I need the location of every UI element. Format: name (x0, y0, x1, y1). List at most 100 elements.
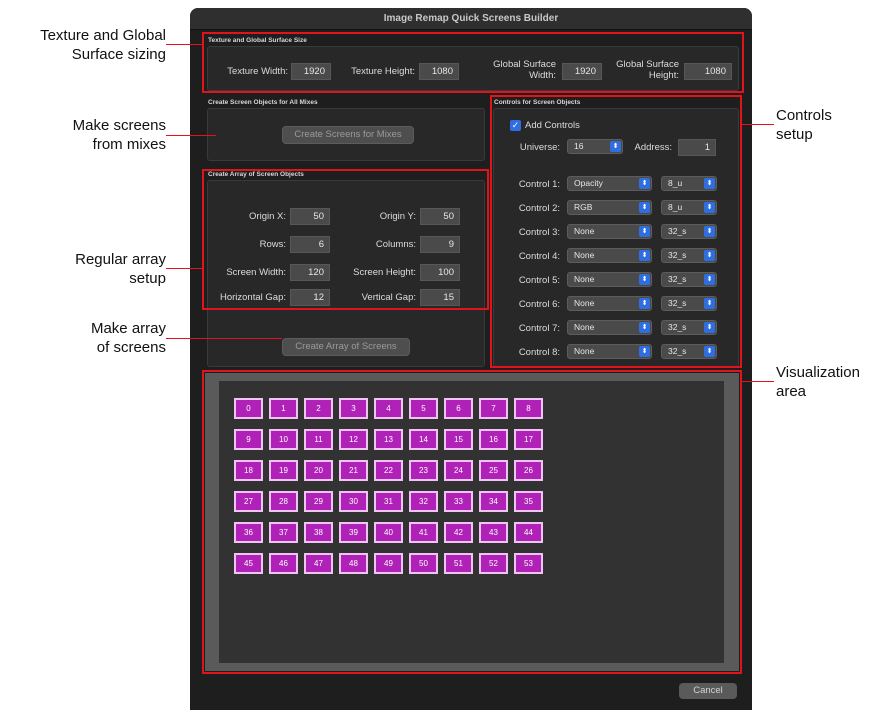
control-value-popup[interactable]: None ⬍ (567, 344, 652, 359)
popup-arrows-icon: ⬍ (704, 178, 715, 189)
screen-cell[interactable]: 45 (234, 553, 263, 574)
screen-cell[interactable]: 53 (514, 553, 543, 574)
screen-cell[interactable]: 7 (479, 398, 508, 419)
screen-cell[interactable]: 37 (269, 522, 298, 543)
screen-cell[interactable]: 33 (444, 491, 473, 512)
screen-cell[interactable]: 27 (234, 491, 263, 512)
screen-cell[interactable]: 39 (339, 522, 368, 543)
screen-cell[interactable]: 52 (479, 553, 508, 574)
control-type-popup[interactable]: 8_u ⬍ (661, 176, 717, 191)
vertical-gap-field[interactable]: 15 (420, 289, 460, 306)
origin-y-field[interactable]: 50 (420, 208, 460, 225)
columns-label: Columns: (375, 239, 416, 250)
add-controls-checkbox[interactable]: ✓ (510, 120, 521, 131)
vertical-gap-label: Vertical Gap: (361, 292, 416, 303)
screen-cell[interactable]: 17 (514, 429, 543, 450)
screen-cell[interactable]: 5 (409, 398, 438, 419)
screen-cell[interactable]: 13 (374, 429, 403, 450)
screen-cell[interactable]: 10 (269, 429, 298, 450)
screen-cell[interactable]: 49 (374, 553, 403, 574)
texture-width-field[interactable]: 1920 (291, 63, 331, 80)
control-type-popup[interactable]: 32_s ⬍ (661, 320, 717, 335)
screen-cell[interactable]: 16 (479, 429, 508, 450)
control-value-popup[interactable]: None ⬍ (567, 224, 652, 239)
screen-cell[interactable]: 50 (409, 553, 438, 574)
control-label: Control 5: (518, 275, 560, 286)
screen-cell[interactable]: 36 (234, 522, 263, 543)
universe-value: 16 (574, 141, 584, 151)
cancel-button[interactable]: Cancel (679, 683, 737, 699)
universe-popup[interactable]: 16 ⬍ (567, 139, 623, 154)
rows-field[interactable]: 6 (290, 236, 330, 253)
screen-cell[interactable]: 31 (374, 491, 403, 512)
screen-cell[interactable]: 32 (409, 491, 438, 512)
control-type-popup[interactable]: 32_s ⬍ (661, 248, 717, 263)
screen-cell[interactable]: 40 (374, 522, 403, 543)
texture-height-field[interactable]: 1080 (419, 63, 459, 80)
screen-cell[interactable]: 23 (409, 460, 438, 481)
screen-cell[interactable]: 24 (444, 460, 473, 481)
screen-cell[interactable]: 51 (444, 553, 473, 574)
screen-cell[interactable]: 2 (304, 398, 333, 419)
screen-cell[interactable]: 4 (374, 398, 403, 419)
screen-cell[interactable]: 0 (234, 398, 263, 419)
screen-cell[interactable]: 42 (444, 522, 473, 543)
control-type-popup[interactable]: 32_s ⬍ (661, 296, 717, 311)
screen-cell[interactable]: 28 (269, 491, 298, 512)
screen-cell[interactable]: 46 (269, 553, 298, 574)
screen-cell[interactable]: 9 (234, 429, 263, 450)
screen-cell[interactable]: 18 (234, 460, 263, 481)
global-width-field[interactable]: 1920 (562, 63, 602, 80)
control-value-popup[interactable]: None ⬍ (567, 272, 652, 287)
screen-cell[interactable]: 21 (339, 460, 368, 481)
control-type-popup[interactable]: 8_u ⬍ (661, 200, 717, 215)
control-type-popup[interactable]: 32_s ⬍ (661, 344, 717, 359)
screen-cell[interactable]: 48 (339, 553, 368, 574)
screen-cell[interactable]: 20 (304, 460, 333, 481)
columns-field[interactable]: 9 (420, 236, 460, 253)
screen-cell[interactable]: 30 (339, 491, 368, 512)
texture-height-label: Texture Height: (351, 66, 415, 77)
screen-cell[interactable]: 3 (339, 398, 368, 419)
create-array-of-screens-button[interactable]: Create Array of Screens (282, 338, 410, 356)
screen-cell[interactable]: 1 (269, 398, 298, 419)
rows-label: Rows: (259, 239, 286, 250)
screen-cell[interactable]: 38 (304, 522, 333, 543)
screen-cell[interactable]: 34 (479, 491, 508, 512)
screen-cell[interactable]: 26 (514, 460, 543, 481)
screen-cell[interactable]: 29 (304, 491, 333, 512)
screen-cell[interactable]: 6 (444, 398, 473, 419)
screen-cell[interactable]: 14 (409, 429, 438, 450)
control-value-popup[interactable]: None ⬍ (567, 296, 652, 311)
screen-cell[interactable]: 12 (339, 429, 368, 450)
control-value-popup[interactable]: None ⬍ (567, 320, 652, 335)
screen-width-field[interactable]: 120 (290, 264, 330, 281)
address-field[interactable]: 1 (678, 139, 716, 156)
control-value-popup[interactable]: RGB ⬍ (567, 200, 652, 215)
global-height-field[interactable]: 1080 (684, 63, 732, 80)
visualization-canvas[interactable]: 0 1 2 3 4 5 6 7 8 9 10 11 12 13 14 15 16 17 18 19 20 21 22 23 24… (219, 381, 724, 663)
popup-arrows-icon: ⬍ (704, 322, 715, 333)
create-screens-for-mixes-button[interactable]: Create Screens for Mixes (282, 126, 414, 144)
screen-cell[interactable]: 19 (269, 460, 298, 481)
origin-x-field[interactable]: 50 (290, 208, 330, 225)
annotation-visualization: Visualization area (776, 364, 860, 400)
visualization-area[interactable]: 0 1 2 3 4 5 6 7 8 9 10 11 12 13 14 15 16 17 18 19 20 21 22 23 24… (205, 373, 739, 671)
control-type-popup[interactable]: 32_s ⬍ (661, 272, 717, 287)
controls-group-title: Controls for Screen Objects (494, 99, 581, 106)
control-value-popup[interactable]: None ⬍ (567, 248, 652, 263)
screen-cell[interactable]: 11 (304, 429, 333, 450)
screen-cell[interactable]: 44 (514, 522, 543, 543)
horizontal-gap-field[interactable]: 12 (290, 289, 330, 306)
screen-cell[interactable]: 35 (514, 491, 543, 512)
screen-cell[interactable]: 22 (374, 460, 403, 481)
screen-cell[interactable]: 25 (479, 460, 508, 481)
screen-cell[interactable]: 8 (514, 398, 543, 419)
screen-cell[interactable]: 47 (304, 553, 333, 574)
screen-cell[interactable]: 43 (479, 522, 508, 543)
screen-cell[interactable]: 41 (409, 522, 438, 543)
control-value-popup[interactable]: Opacity ⬍ (567, 176, 652, 191)
control-type-popup[interactable]: 32_s ⬍ (661, 224, 717, 239)
screen-cell[interactable]: 15 (444, 429, 473, 450)
screen-height-field[interactable]: 100 (420, 264, 460, 281)
